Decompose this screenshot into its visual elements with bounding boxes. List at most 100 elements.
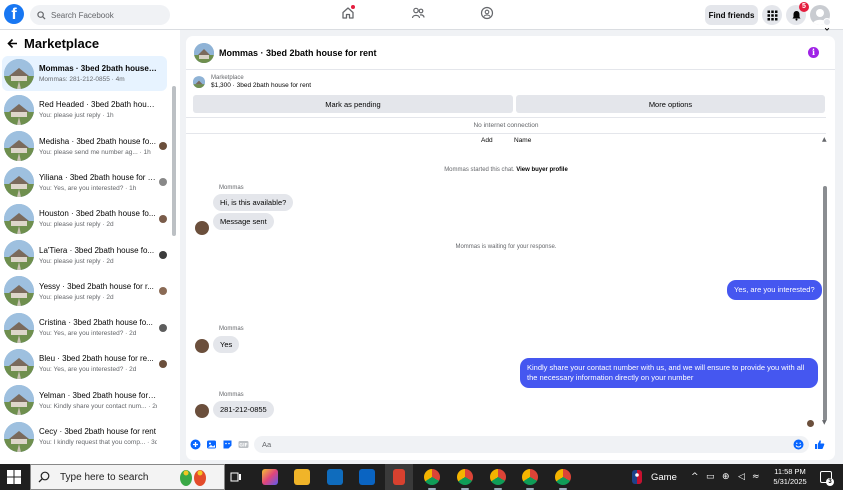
chat-scrollbar[interactable] [823, 186, 827, 421]
conversation-item[interactable]: Yelman · 3bed 2bath house for r... You: K… [2, 383, 167, 418]
incoming-message[interactable]: 281-212-0855 [213, 401, 274, 418]
find-friends-button[interactable]: Find friends [705, 5, 758, 25]
microsoft-store-icon[interactable] [327, 469, 343, 485]
scroll-up-arrow[interactable]: ▲ [822, 136, 827, 143]
file-explorer-icon[interactable] [294, 469, 310, 485]
house-thumbnail [4, 131, 34, 162]
chrome-icon[interactable] [490, 469, 506, 485]
search-icon [37, 10, 46, 20]
chevron-up-icon[interactable]: ^ [691, 472, 699, 482]
more-options-button[interactable]: More options [516, 95, 825, 113]
notifications-button[interactable]: 5 [786, 2, 809, 25]
house-thumbnail [4, 94, 34, 125]
mark-as-pending-button[interactable]: Mark as pending [193, 95, 513, 113]
message-input[interactable] [254, 436, 809, 453]
chrome-icon[interactable] [424, 469, 440, 485]
chrome-icon[interactable] [457, 469, 473, 485]
nav-home[interactable] [341, 5, 355, 25]
sticker-icon[interactable] [222, 439, 233, 450]
sender-avatar[interactable] [195, 339, 209, 353]
listing-thumbnail [4, 94, 34, 125]
house-thumbnail [194, 43, 214, 63]
incoming-message[interactable]: Yes [213, 336, 240, 353]
chat-title[interactable]: Mommas · 3bed 2bath house for rent [219, 48, 377, 58]
volume-icon[interactable]: ◁ [738, 472, 745, 482]
search-box[interactable] [30, 5, 170, 25]
tab-name[interactable]: Name [514, 137, 531, 144]
conversation-item[interactable]: Yessy · 3bed 2bath house for r... You: pl… [2, 274, 167, 309]
game-widget-label[interactable]: Game [651, 472, 677, 483]
outgoing-message[interactable]: Yes, are you interested? [727, 280, 822, 300]
facebook-logo[interactable]: f [4, 4, 24, 24]
nav-friends[interactable] [411, 6, 425, 25]
conversation-preview: You: please just reply · 1h [39, 112, 114, 120]
battery-icon[interactable]: ▭ [706, 472, 715, 482]
conversation-name: Cristina · 3bed 2bath house fo... [39, 318, 153, 328]
chat-listing-avatar[interactable] [194, 43, 214, 63]
conversation-item[interactable]: Red Headed · 3bed 2bath house... You: ple… [2, 92, 167, 127]
sidebar-scrollbar[interactable] [172, 86, 176, 236]
windows-start-icon[interactable] [7, 470, 21, 484]
participant-avatar [159, 214, 167, 223]
incoming-message[interactable]: Message sent [213, 213, 274, 230]
account-dropdown[interactable] [823, 18, 831, 31]
house-thumbnail [4, 312, 34, 343]
conversation-item[interactable]: Houston · 3bed 2bath house fo... You: ple… [2, 201, 167, 236]
plus-circle-icon[interactable] [190, 439, 201, 450]
outlook-icon[interactable] [359, 469, 375, 485]
conversation-item[interactable]: Yiliana · 3bed 2bath house for re... You:… [2, 165, 167, 200]
sender-name: Mommas [219, 326, 244, 332]
friends-icon [411, 7, 425, 19]
incoming-message[interactable]: Hi, is this available? [213, 194, 294, 211]
svg-text:GIF: GIF [239, 442, 247, 448]
gif-icon[interactable]: GIF [238, 439, 249, 450]
conversation-preview: Mommas: 281-212-0855 · 4m [39, 76, 125, 83]
conversation-item[interactable]: Bleu · 3bed 2bath house for re... You: Ye… [2, 346, 167, 381]
top-navigation-bar: f Find friends 5 [0, 0, 843, 31]
task-view-icon[interactable] [230, 471, 242, 483]
conversation-name: Bleu · 3bed 2bath house for re... [39, 354, 154, 364]
marketplace-sidebar: Marketplace Mommas · 3bed 2bath house fo… [0, 30, 180, 464]
sender-avatar[interactable] [195, 221, 209, 235]
house-thumbnail [4, 385, 34, 416]
wifi-icon[interactable]: ≈ [752, 472, 760, 482]
taskbar-clock[interactable]: 11:58 PM 5/31/2025 [770, 467, 810, 487]
conversation-preview: You: please just reply · 2d [39, 257, 114, 265]
outgoing-message[interactable]: Kindly share your contact number with us… [520, 358, 818, 388]
taskbar-search[interactable]: Type here to search [30, 464, 225, 490]
listing-thumbnail [4, 385, 34, 416]
scroll-down-arrow[interactable]: ▼ [822, 419, 827, 426]
sender-avatar[interactable] [195, 404, 209, 418]
emoji-icon[interactable] [793, 439, 804, 450]
network-icon[interactable]: ⊕ [722, 472, 730, 482]
chrome-icon[interactable] [522, 469, 538, 485]
active-app-icon[interactable] [393, 469, 405, 485]
conversation-name: Houston · 3bed 2bath house fo... [39, 209, 156, 219]
tab-add[interactable]: Add [481, 137, 493, 144]
photo-icon[interactable] [206, 439, 217, 450]
sender-name: Mommas [219, 392, 244, 398]
listing-summary[interactable]: Marketplace $1,300 · 3bed 2bath house fo… [193, 75, 311, 89]
clock-date: 5/31/2025 [773, 477, 807, 486]
conversation-name: Cecy · 3bed 2bath house for rent [39, 427, 156, 436]
info-icon[interactable]: i [808, 47, 819, 58]
listing-thumbnail [4, 276, 34, 307]
thumbs-up-icon[interactable] [814, 439, 825, 450]
conversation-item[interactable]: La'Tiera · 3bed 2bath house fo... You: pl… [2, 238, 167, 273]
nav-groups[interactable] [480, 6, 494, 25]
grid-menu-icon [767, 10, 777, 20]
conversation-item[interactable]: Medisha · 3bed 2bath house fo... You: ple… [2, 129, 167, 164]
search-input[interactable] [51, 10, 161, 20]
menu-button[interactable] [762, 5, 782, 25]
back-arrow-icon[interactable] [7, 38, 18, 49]
chevron-down-icon [824, 27, 830, 31]
chrome-icon[interactable] [555, 469, 571, 485]
listing-thumbnail [4, 348, 34, 379]
conversation-item[interactable]: Mommas · 3bed 2bath house fo... Mommas: 2… [2, 56, 167, 91]
conversation-item[interactable]: Cristina · 3bed 2bath house fo... You: Ye… [2, 310, 167, 345]
copilot-icon[interactable] [262, 469, 278, 485]
windows-taskbar: Type here to search Game ^ ▭ ⊕ ◁ ≈ 11:58… [0, 464, 843, 490]
nba-logo-icon[interactable] [632, 470, 642, 484]
view-buyer-profile-link[interactable]: View buyer profile [516, 167, 568, 173]
conversation-item[interactable]: Cecy · 3bed 2bath house for rent You: I k… [2, 419, 167, 454]
